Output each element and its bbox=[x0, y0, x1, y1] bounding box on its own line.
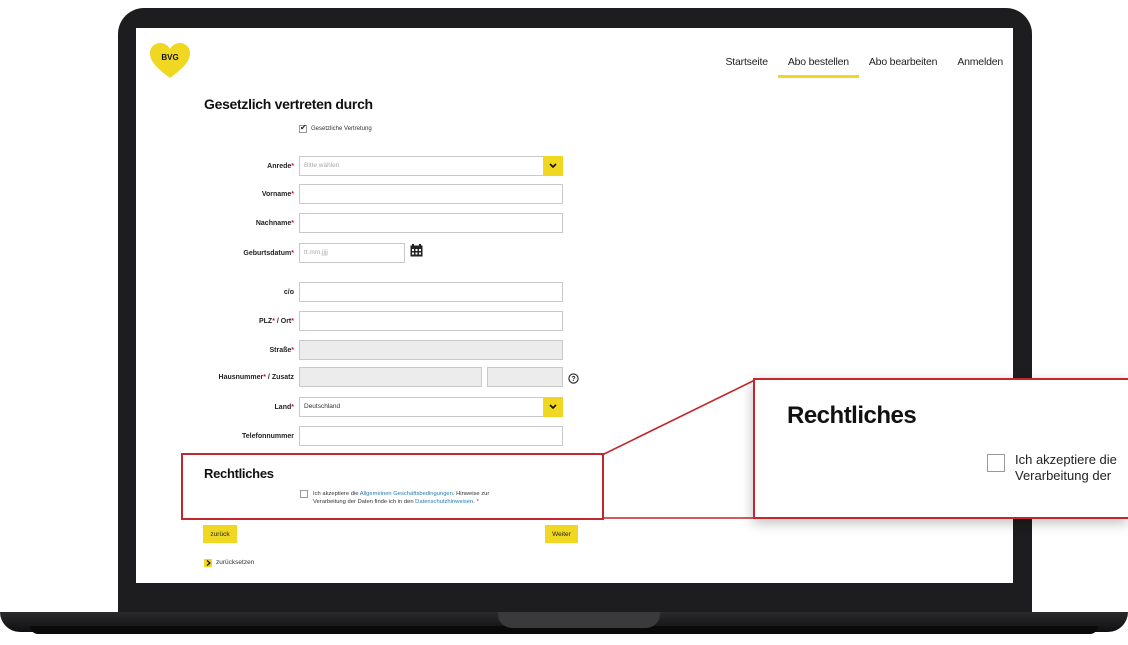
zoom-text: Ich akzeptiere die Verarbeitung der bbox=[1015, 452, 1117, 483]
zoom-connector-lines bbox=[601, 379, 756, 519]
zoom-title: Rechtliches bbox=[787, 402, 917, 429]
zoom-checkbox bbox=[987, 454, 1005, 472]
zoom-callout: Rechtliches Ich akzeptiere die Verarbeit… bbox=[753, 378, 1128, 519]
